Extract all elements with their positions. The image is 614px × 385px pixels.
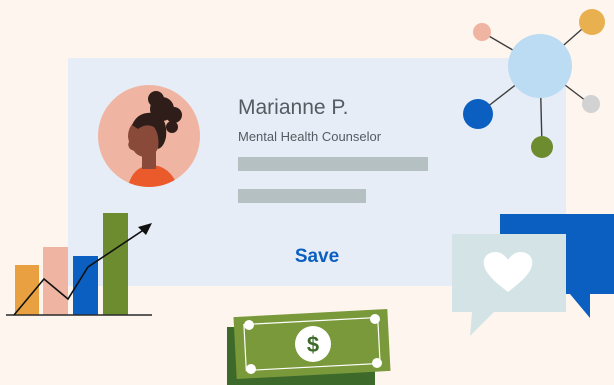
- dollar-bill-icon: $: [227, 309, 391, 385]
- profile-title: Mental Health Counselor: [238, 129, 382, 144]
- dollar-sign: $: [307, 332, 319, 357]
- save-button[interactable]: Save: [270, 242, 364, 272]
- profile-name: Marianne P.: [238, 96, 349, 119]
- heart-chat-icon: [452, 214, 614, 336]
- placeholder-line: [238, 189, 366, 203]
- placeholder-line: [238, 157, 428, 171]
- growth-chart-icon: [6, 213, 152, 316]
- network-graph-icon: [463, 9, 605, 158]
- avatar: [98, 85, 200, 187]
